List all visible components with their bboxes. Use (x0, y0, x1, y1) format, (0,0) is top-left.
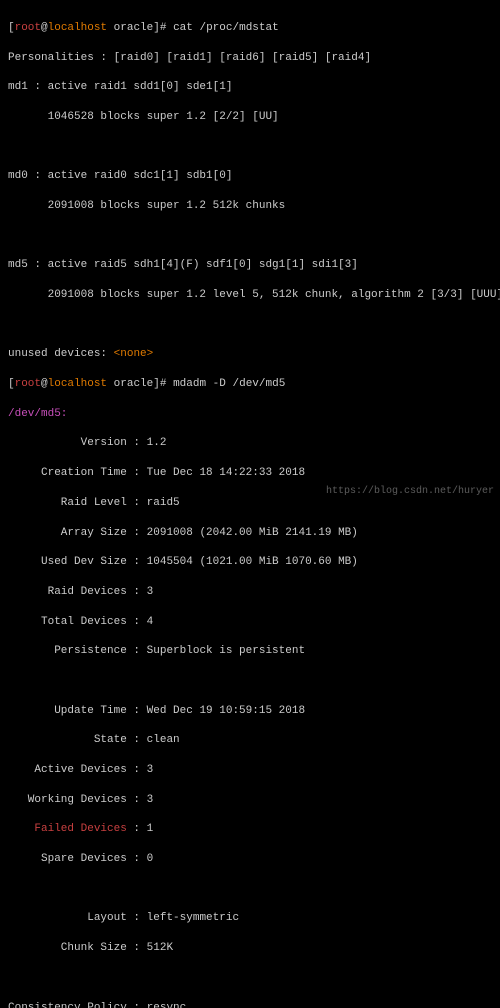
kv: Version : 1.2 (8, 436, 492, 451)
kv: Consistency Policy : resync (8, 1001, 492, 1008)
kv: Creation Time : Tue Dec 18 14:22:33 2018 (8, 466, 492, 481)
prompt-open: [ (8, 378, 15, 390)
kv: Used Dev Size : 1045504 (1021.00 MiB 107… (8, 555, 492, 570)
cmd: cat /proc/mdstat (173, 22, 279, 34)
line: [root@localhost oracle]# cat /proc/mdsta… (8, 21, 492, 36)
kv: Raid Level : raid5 (8, 496, 492, 511)
blank (8, 971, 492, 986)
blank (8, 229, 492, 244)
kv: Array Size : 2091008 (2042.00 MiB 2141.1… (8, 526, 492, 541)
kv: Working Devices : 3 (8, 793, 492, 808)
kv: Update Time : Wed Dec 19 10:59:15 2018 (8, 704, 492, 719)
failed-label: Failed Devices (8, 823, 127, 835)
kv: State : clean (8, 733, 492, 748)
kv: Spare Devices : 0 (8, 852, 492, 867)
line: /dev/md5: (8, 407, 492, 422)
blank (8, 318, 492, 333)
terminal[interactable]: [root@localhost oracle]# cat /proc/mdsta… (0, 0, 500, 504)
blank (8, 140, 492, 155)
kv: Persistence : Superblock is persistent (8, 644, 492, 659)
kv: Chunk Size : 512K (8, 941, 492, 956)
prompt-at: @ (41, 378, 48, 390)
line: 1046528 blocks super 1.2 [2/2] [UU] (8, 110, 492, 125)
line: [root@localhost oracle]# mdadm -D /dev/m… (8, 377, 492, 392)
prompt-open: [ (8, 22, 15, 34)
line: md1 : active raid1 sdd1[0] sde1[1] (8, 80, 492, 95)
none: <none> (114, 348, 154, 360)
kv: Layout : left-symmetric (8, 911, 492, 926)
prompt-host: localhost (48, 22, 107, 34)
prompt-host: localhost (48, 378, 107, 390)
cmd: mdadm -D /dev/md5 (173, 378, 285, 390)
prompt-dir: oracle]# (107, 22, 166, 34)
watermark: https://blog.csdn.net/huryer (326, 485, 494, 499)
kv: Raid Devices : 3 (8, 585, 492, 600)
prompt-at: @ (41, 22, 48, 34)
prompt-user: root (15, 378, 41, 390)
kv: Total Devices : 4 (8, 615, 492, 630)
line: md0 : active raid0 sdc1[1] sdb1[0] (8, 169, 492, 184)
line: unused devices: <none> (8, 347, 492, 362)
prompt-dir: oracle]# (107, 378, 166, 390)
blank (8, 882, 492, 897)
line: 2091008 blocks super 1.2 512k chunks (8, 199, 492, 214)
kv: Active Devices : 3 (8, 763, 492, 778)
line: Personalities : [raid0] [raid1] [raid6] … (8, 51, 492, 66)
prompt-user: root (15, 22, 41, 34)
line: md5 : active raid5 sdh1[4](F) sdf1[0] sd… (8, 258, 492, 273)
kv: Failed Devices : 1 (8, 822, 492, 837)
blank (8, 674, 492, 689)
line: 2091008 blocks super 1.2 level 5, 512k c… (8, 288, 492, 303)
